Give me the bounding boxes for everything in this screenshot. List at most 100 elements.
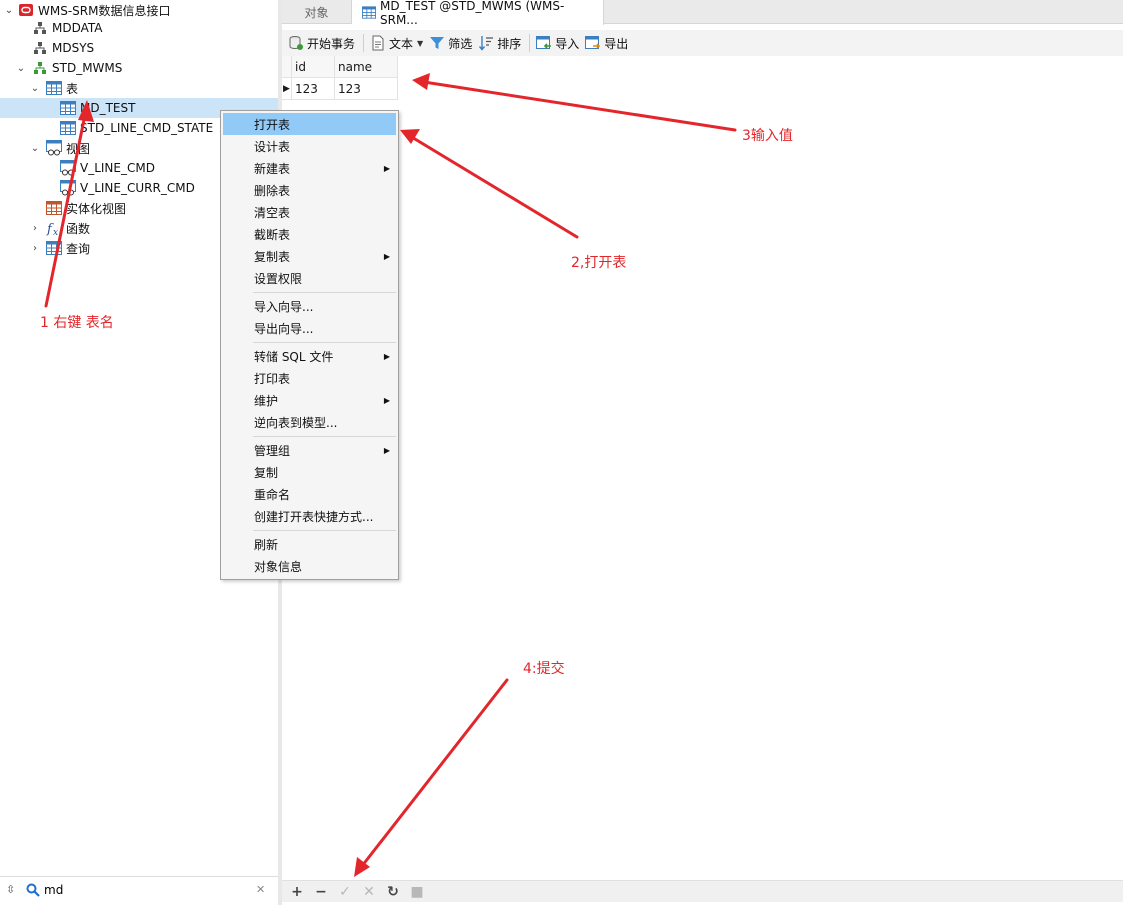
menu-item-open-table[interactable]: 打开表 — [223, 113, 396, 135]
database-icon — [288, 35, 304, 51]
arrowhead-step2 — [400, 129, 420, 144]
menu-item-create-shortcut[interactable]: 创建打开表快捷方式... — [223, 505, 396, 527]
menu-item-label: 重命名 — [254, 487, 291, 502]
menu-item-delete-table[interactable]: 删除表 — [223, 179, 396, 201]
chevron-down-icon[interactable]: ⌄ — [4, 5, 14, 16]
table-label: STD_LINE_CMD_STATE — [80, 121, 214, 135]
menu-separator — [253, 436, 396, 437]
stop-icon[interactable]: ■ — [408, 883, 426, 901]
apply-changes-icon[interactable]: ✓ — [336, 883, 354, 901]
menu-item-new-table[interactable]: 新建表 ▶ — [223, 157, 396, 179]
submenu-arrow-icon: ▶ — [383, 163, 390, 173]
delete-record-icon[interactable]: − — [312, 883, 330, 901]
menu-item-label: 设置权限 — [254, 271, 303, 286]
function-icon: fx — [46, 220, 62, 236]
view-icon — [60, 180, 76, 196]
import-button[interactable]: 导入 — [536, 35, 579, 52]
table-toolbar: 开始事务 文本 ▼ 筛选 排序 导入 导出 — [282, 30, 1123, 56]
materialized-view-icon — [46, 200, 62, 216]
chevron-down-icon[interactable]: ⌄ — [30, 83, 40, 94]
add-record-icon[interactable]: + — [288, 883, 306, 901]
menu-item-label: 复制 — [254, 465, 279, 480]
view-label: V_LINE_CMD — [80, 161, 155, 175]
discard-changes-icon[interactable]: ✕ — [360, 883, 378, 901]
menu-item-duplicate-table[interactable]: 复制表 ▶ — [223, 245, 396, 267]
tab-objects[interactable]: 对象 — [282, 0, 352, 24]
menu-item-manage-group[interactable]: 管理组 ▶ — [223, 439, 396, 461]
chevron-down-icon[interactable]: ⌄ — [30, 143, 40, 154]
begin-transaction-label: 开始事务 — [307, 36, 356, 51]
menu-item-design-table[interactable]: 设计表 — [223, 135, 396, 157]
cell-name[interactable]: 123 — [335, 78, 398, 100]
filter-button[interactable]: 筛选 — [429, 35, 472, 52]
cell-id[interactable]: 123 — [292, 78, 335, 100]
materialized-views-label: 实体化视图 — [66, 201, 127, 216]
submenu-arrow-icon: ▶ — [383, 351, 390, 361]
dropdown-caret-icon[interactable]: ▼ — [417, 39, 423, 48]
tree-item-schema-std-mwms[interactable]: ⌄ STD_MWMS — [0, 58, 278, 78]
menu-item-print-table[interactable]: 打印表 — [223, 367, 396, 389]
refresh-icon[interactable]: ↻ — [384, 883, 402, 901]
column-header-name[interactable]: name — [335, 56, 398, 78]
record-navigation-bar: + − ✓ ✕ ↻ ■ — [282, 880, 1123, 902]
tree-item-schema-mddata[interactable]: MDDATA — [0, 18, 278, 38]
table-folder-icon — [46, 80, 62, 96]
menu-item-empty-table[interactable]: 清空表 — [223, 201, 396, 223]
annotation-arrow-step3 — [422, 80, 737, 132]
menu-item-reverse-to-model[interactable]: 逆向表到模型... — [223, 411, 396, 433]
schema-label: STD_MWMS — [52, 61, 123, 75]
menu-item-label: 导入向导... — [254, 299, 314, 314]
chevron-right-icon[interactable]: › — [30, 223, 40, 234]
sort-button[interactable]: 排序 — [478, 35, 521, 52]
document-icon — [370, 35, 386, 51]
annotation-step3: 3输入值 — [742, 128, 793, 144]
begin-transaction-button[interactable]: 开始事务 — [288, 35, 355, 52]
table-row: ▶ 123 123 — [282, 78, 398, 100]
text-view-button[interactable]: 文本 ▼ — [370, 35, 423, 52]
menu-item-set-permissions[interactable]: 设置权限 — [223, 267, 396, 289]
tab-label: MD_TEST @STD_MWMS (WMS-SRM... — [380, 0, 565, 27]
connection-name: WMS-SRM数据信息接口 — [38, 3, 171, 18]
menu-item-object-info[interactable]: 对象信息 — [223, 555, 396, 577]
menu-item-label: 导出向导... — [254, 321, 314, 336]
app-window: ⌄ WMS-SRM数据信息接口 MDDATA MDSYS ⌄ STD_MWMS — [0, 0, 1123, 905]
arrowhead-step3 — [412, 73, 430, 90]
functions-label: 函数 — [66, 221, 91, 236]
tree-item-tables-group[interactable]: ⌄ 表 — [0, 78, 278, 98]
submenu-arrow-icon: ▶ — [383, 251, 390, 261]
text-view-label: 文本 — [389, 36, 414, 51]
menu-item-label: 清空表 — [254, 205, 291, 220]
filter-label: 筛选 — [448, 36, 473, 51]
sort-updown-icon[interactable]: ⇳ — [6, 883, 20, 896]
menu-item-maintain[interactable]: 维护 ▶ — [223, 389, 396, 411]
menu-item-label: 维护 — [254, 393, 279, 408]
context-menu: 打开表 设计表 新建表 ▶ 删除表 清空表 截断表 复制表 ▶ 设置权限 导入向导.… — [220, 110, 399, 580]
menu-item-import-wizard[interactable]: 导入向导... — [223, 295, 396, 317]
chevron-right-icon[interactable]: › — [30, 243, 40, 254]
tree-item-connection[interactable]: ⌄ WMS-SRM数据信息接口 — [0, 0, 278, 20]
menu-item-export-wizard[interactable]: 导出向导... — [223, 317, 396, 339]
tree-item-schema-mdsys[interactable]: MDSYS — [0, 38, 278, 58]
current-row-indicator-icon: ▶ — [282, 78, 292, 100]
tab-md-test[interactable]: MD_TEST @STD_MWMS (WMS-SRM... — [352, 0, 604, 27]
column-header-id[interactable]: id — [292, 56, 335, 78]
export-button[interactable]: 导出 — [585, 35, 628, 52]
view-icon — [60, 160, 76, 176]
chevron-down-icon[interactable]: ⌄ — [16, 63, 26, 74]
import-label: 导入 — [555, 36, 580, 51]
menu-item-rename[interactable]: 重命名 — [223, 483, 396, 505]
search-input[interactable] — [44, 882, 254, 897]
menu-item-label: 创建打开表快捷方式... — [254, 509, 374, 524]
export-icon — [585, 35, 601, 51]
menu-item-truncate-table[interactable]: 截断表 — [223, 223, 396, 245]
menu-separator — [253, 530, 396, 531]
menu-item-refresh[interactable]: 刷新 — [223, 533, 396, 555]
menu-item-dump-sql[interactable]: 转储 SQL 文件 ▶ — [223, 345, 396, 367]
toolbar-separator — [529, 34, 531, 52]
database-connection-icon — [18, 2, 34, 18]
clear-search-icon[interactable]: ✕ — [256, 883, 265, 896]
queries-label: 查询 — [66, 241, 91, 256]
table-icon — [60, 120, 76, 136]
menu-item-copy[interactable]: 复制 — [223, 461, 396, 483]
row-indicator-header — [282, 56, 292, 78]
